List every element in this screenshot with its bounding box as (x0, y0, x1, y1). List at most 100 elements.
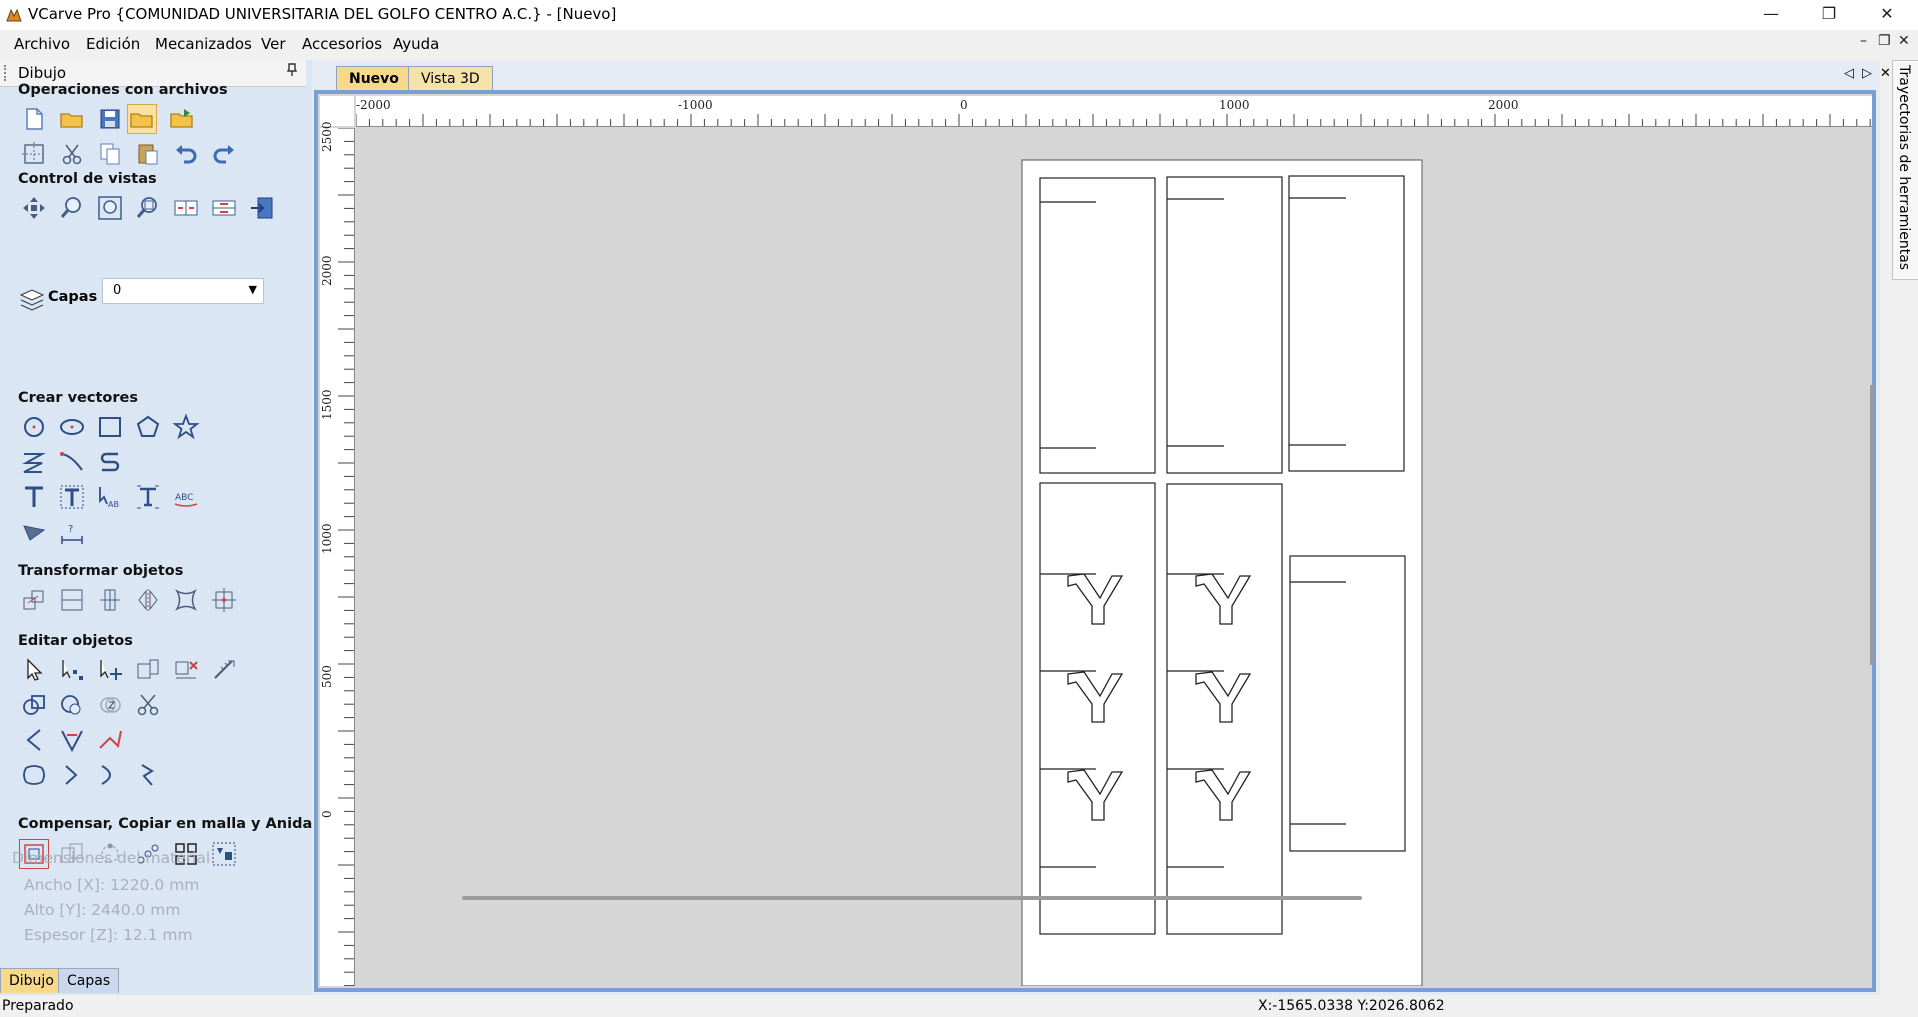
svg-text:?: ? (68, 524, 73, 535)
view-split-icon[interactable] (172, 194, 200, 222)
cursor-coordinates: X:-1565.0338 Y:2026.8062 (1258, 998, 1445, 1014)
rectangle-tool-icon[interactable] (96, 413, 124, 441)
text-on-curve-icon[interactable]: AB (96, 483, 124, 511)
pan-icon[interactable] (20, 194, 48, 222)
text-tool-icon[interactable] (20, 483, 48, 511)
horizontal-scrollbar[interactable] (462, 896, 1362, 900)
panel-grip[interactable] (4, 65, 9, 81)
intersect-icon[interactable] (96, 691, 124, 719)
menu-edicion[interactable]: Edición (86, 35, 140, 53)
mirror-icon[interactable] (134, 586, 162, 614)
import-icon[interactable] (168, 105, 196, 133)
status-text: Preparado (2, 998, 74, 1014)
polygon-tool-icon[interactable] (134, 413, 162, 441)
material-height: Alto [Y]: 2440.0 mm (24, 901, 181, 919)
status-bar: Preparado X:-1565.0338 Y:2026.8062 (0, 995, 1918, 1017)
menu-ver[interactable]: Ver (261, 35, 286, 53)
undo-icon[interactable] (172, 140, 200, 168)
menu-bar: Archivo Edición Mecanizados Ver Accesori… (0, 30, 1918, 60)
nesting-icon[interactable] (210, 840, 238, 868)
menu-archivo[interactable]: Archivo (14, 35, 70, 53)
close-vector-icon[interactable] (58, 761, 86, 789)
toolpaths-side-tab[interactable]: Trayectorias de herramientas (1892, 60, 1918, 280)
text-box-tool-icon[interactable] (58, 483, 86, 511)
save-file-icon[interactable] (96, 105, 124, 133)
doc-minimize-button[interactable]: – (1860, 33, 1867, 49)
layers-dropdown[interactable]: 0 ▼ (102, 278, 264, 304)
subtract-icon[interactable] (58, 691, 86, 719)
job-setup-icon[interactable] (20, 140, 48, 168)
view-toggle-icon[interactable] (210, 194, 238, 222)
star-tool-icon[interactable] (172, 413, 200, 441)
interactive-icon[interactable] (134, 656, 162, 684)
drawing-canvas[interactable] (356, 128, 1872, 986)
scissors-icon[interactable] (134, 691, 162, 719)
tab-nuevo[interactable]: Nuevo (336, 66, 412, 91)
material-dimensions-label: Dimensiones del material (12, 849, 211, 867)
close-doc-icon[interactable]: ✕ (1880, 66, 1891, 81)
curve-fit-icon[interactable] (134, 761, 162, 789)
panel-title: Dibujo (18, 64, 67, 82)
menu-accesorios[interactable]: Accesorios (302, 35, 382, 53)
zoom-extents-icon[interactable] (96, 194, 124, 222)
copy-icon[interactable] (96, 140, 124, 168)
redo-icon[interactable] (210, 140, 238, 168)
material-width: Ancho [X]: 1220.0 mm (24, 876, 200, 894)
text-arc-icon[interactable]: ABC (172, 483, 200, 511)
menu-mecanizados[interactable]: Mecanizados (155, 35, 252, 53)
doc-restore-button[interactable]: ❐ (1878, 33, 1891, 49)
spline-tool-icon[interactable] (58, 448, 86, 476)
trace-bitmap-icon[interactable] (20, 518, 48, 546)
material-sheet[interactable] (356, 128, 1872, 986)
align-icon[interactable] (58, 586, 86, 614)
new-file-icon[interactable] (20, 105, 48, 133)
doc-close-button[interactable]: ✕ (1898, 33, 1910, 49)
circle-tool-icon[interactable] (20, 413, 48, 441)
ruler-h-label: 1000 (1219, 98, 1250, 112)
horizontal-ruler: -2000 -1000 0 1000 2000 (356, 96, 1872, 127)
svg-text:AB: AB (108, 500, 119, 509)
tab-capas[interactable]: Capas (58, 968, 120, 993)
restore-button[interactable]: ❐ (1800, 0, 1858, 30)
ellipse-tool-icon[interactable] (58, 413, 86, 441)
section-view-control: Control de vistas (18, 171, 157, 187)
smooth-icon[interactable] (96, 761, 124, 789)
dimension-tool-icon[interactable]: ? (58, 518, 86, 546)
cut-icon[interactable] (58, 140, 86, 168)
minimize-button[interactable]: — (1742, 0, 1800, 30)
center-icon[interactable] (96, 586, 124, 614)
paste-icon[interactable] (134, 140, 162, 168)
app-icon (6, 8, 22, 22)
bezier-tool-icon[interactable] (96, 448, 124, 476)
node-edit-icon[interactable] (58, 656, 86, 684)
polyline-tool-icon[interactable] (20, 448, 48, 476)
open-recent-icon[interactable] (127, 104, 157, 134)
zoom-icon[interactable] (58, 194, 86, 222)
view-exit-icon[interactable] (248, 194, 276, 222)
select-icon[interactable] (20, 656, 48, 684)
fillet-icon[interactable] (20, 726, 48, 754)
transform-select-icon[interactable] (96, 656, 124, 684)
next-doc-icon[interactable]: ▷ (1862, 66, 1872, 81)
move-icon[interactable] (20, 586, 48, 614)
chevron-down-icon: ▼ (248, 283, 257, 296)
section-create-vectors: Crear vectores (18, 390, 139, 406)
vertical-scrollbar[interactable] (1870, 385, 1873, 665)
delete-duplicates-icon[interactable] (172, 656, 200, 684)
menu-ayuda[interactable]: Ayuda (393, 35, 439, 53)
close-button[interactable]: ✕ (1858, 0, 1916, 30)
distort-icon[interactable] (172, 586, 200, 614)
text-auto-layout-icon[interactable] (134, 483, 162, 511)
tab-vista-3d[interactable]: Vista 3D (408, 66, 493, 91)
extend-icon[interactable] (96, 726, 124, 754)
prev-doc-icon[interactable]: ◁ (1844, 66, 1854, 81)
pin-icon[interactable] (286, 63, 298, 81)
tab-dibujo[interactable]: Dibujo (0, 968, 63, 993)
chamfer-icon[interactable] (58, 726, 86, 754)
join-icon[interactable] (20, 761, 48, 789)
zoom-window-icon[interactable] (134, 194, 162, 222)
set-origin-icon[interactable] (210, 586, 238, 614)
weld-icon[interactable] (20, 691, 48, 719)
measure-icon[interactable] (210, 656, 238, 684)
open-file-icon[interactable] (58, 105, 86, 133)
